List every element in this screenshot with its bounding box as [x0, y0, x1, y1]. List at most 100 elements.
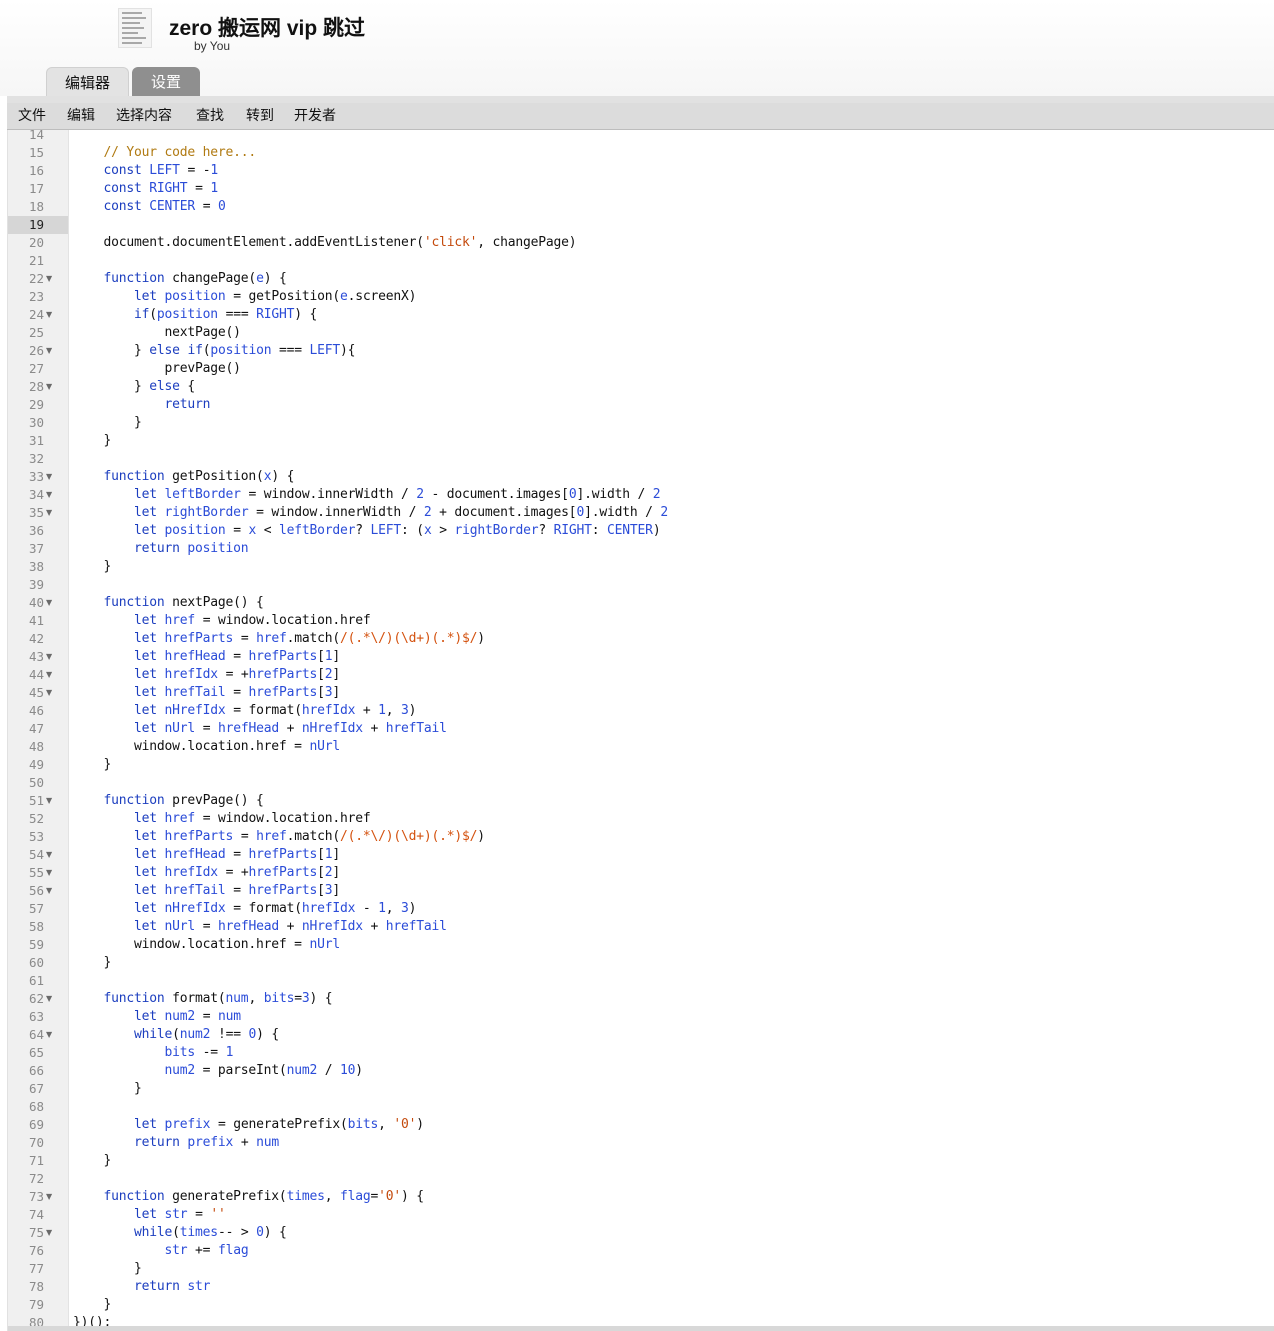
code-line[interactable] — [69, 1098, 668, 1116]
code-line[interactable] — [69, 1170, 668, 1188]
code-line[interactable]: window.location.href = nUrl — [69, 738, 668, 756]
line-number: 72 — [8, 1170, 68, 1188]
code-line[interactable]: } else { — [69, 378, 668, 396]
line-number-gutter[interactable]: 14 15 16 17 18 19 20 21 22 ▼ 23 24 ▼ 25 26 ▼ 27 28 ▼ 29 30 31… — [8, 130, 69, 1326]
fold-arrow-icon[interactable]: ▼ — [46, 378, 52, 396]
fold-arrow-icon[interactable]: ▼ — [46, 468, 52, 486]
fold-arrow-icon[interactable]: ▼ — [46, 1026, 52, 1044]
code-line[interactable]: } — [69, 1296, 668, 1314]
code-line[interactable] — [69, 972, 668, 990]
code-line[interactable]: prevPage() — [69, 360, 668, 378]
fold-arrow-icon[interactable]: ▼ — [46, 666, 52, 684]
code-line[interactable]: return str — [69, 1278, 668, 1296]
menu-find[interactable]: 查找 — [196, 103, 224, 129]
code-line[interactable]: function nextPage() { — [69, 594, 668, 612]
code-line[interactable]: while(num2 !== 0) { — [69, 1026, 668, 1044]
code-line[interactable]: } — [69, 1260, 668, 1278]
code-line[interactable]: } — [69, 1152, 668, 1170]
code-line[interactable]: let num2 = num — [69, 1008, 668, 1026]
menu-selection[interactable]: 选择内容 — [116, 103, 172, 129]
tab-settings[interactable]: 设置 — [132, 67, 200, 96]
code-line[interactable]: } — [69, 756, 668, 774]
fold-arrow-icon[interactable]: ▼ — [46, 648, 52, 666]
fold-arrow-icon[interactable]: ▼ — [46, 1188, 52, 1206]
fold-arrow-icon[interactable]: ▼ — [46, 270, 52, 288]
code-line[interactable]: const LEFT = -1 — [69, 162, 668, 180]
code-line[interactable]: function format(num, bits=3) { — [69, 990, 668, 1008]
code-line[interactable]: return position — [69, 540, 668, 558]
code-line[interactable]: let hrefParts = href.match(/(.*\/)(\d+)(… — [69, 630, 668, 648]
fold-arrow-icon[interactable]: ▼ — [46, 342, 52, 360]
code-line[interactable] — [69, 216, 668, 234]
code-line[interactable]: let nHrefIdx = format(hrefIdx - 1, 3) — [69, 900, 668, 918]
code-line[interactable]: let hrefParts = href.match(/(.*\/)(\d+)(… — [69, 828, 668, 846]
code-line[interactable]: let hrefTail = hrefParts[3] — [69, 882, 668, 900]
code-line[interactable] — [69, 130, 668, 144]
code-line[interactable]: let rightBorder = window.innerWidth / 2 … — [69, 504, 668, 522]
code-line[interactable]: } — [69, 414, 668, 432]
code-line[interactable]: function prevPage() { — [69, 792, 668, 810]
code-line[interactable]: let hrefTail = hrefParts[3] — [69, 684, 668, 702]
fold-arrow-icon[interactable]: ▼ — [46, 882, 52, 900]
code-line[interactable]: let position = getPosition(e.screenX) — [69, 288, 668, 306]
code-line[interactable]: let nHrefIdx = format(hrefIdx + 1, 3) — [69, 702, 668, 720]
code-line[interactable]: function changePage(e) { — [69, 270, 668, 288]
code-line[interactable]: } else if(position === LEFT){ — [69, 342, 668, 360]
line-number-label: 80 — [28, 1315, 44, 1326]
code-line[interactable]: window.location.href = nUrl — [69, 936, 668, 954]
code-line[interactable]: let hrefIdx = +hrefParts[2] — [69, 666, 668, 684]
fold-arrow-icon[interactable]: ▼ — [46, 684, 52, 702]
code-line[interactable]: document.documentElement.addEventListene… — [69, 234, 668, 252]
fold-arrow-icon[interactable]: ▼ — [46, 486, 52, 504]
code-editor[interactable]: // Your code here... const LEFT = -1 con… — [69, 130, 1274, 1326]
code-line[interactable]: } — [69, 954, 668, 972]
code-line[interactable]: const RIGHT = 1 — [69, 180, 668, 198]
code-line[interactable]: let nUrl = hrefHead + nHrefIdx + hrefTai… — [69, 720, 668, 738]
menu-edit[interactable]: 编辑 — [67, 103, 95, 129]
code-line[interactable]: let prefix = generatePrefix(bits, '0') — [69, 1116, 668, 1134]
code-line[interactable]: nextPage() — [69, 324, 668, 342]
code-line[interactable] — [69, 576, 668, 594]
code-line[interactable]: const CENTER = 0 — [69, 198, 668, 216]
code-line[interactable]: })(); — [69, 1314, 668, 1326]
menu-file[interactable]: 文件 — [18, 103, 46, 129]
code-line[interactable]: } — [69, 1080, 668, 1098]
code-line[interactable]: let hrefHead = hrefParts[1] — [69, 846, 668, 864]
fold-arrow-icon[interactable]: ▼ — [46, 864, 52, 882]
code-line[interactable]: if(position === RIGHT) { — [69, 306, 668, 324]
code-line[interactable]: function getPosition(x) { — [69, 468, 668, 486]
line-number: 28 ▼ — [8, 378, 68, 396]
code-line[interactable]: let href = window.location.href — [69, 612, 668, 630]
code-line[interactable]: let str = '' — [69, 1206, 668, 1224]
code-line[interactable]: return prefix + num — [69, 1134, 668, 1152]
code-line[interactable]: let position = x < leftBorder? LEFT: (x … — [69, 522, 668, 540]
code-line[interactable]: let leftBorder = window.innerWidth / 2 -… — [69, 486, 668, 504]
code-line[interactable]: str += flag — [69, 1242, 668, 1260]
fold-arrow-icon[interactable]: ▼ — [46, 846, 52, 864]
code-line[interactable]: let hrefHead = hrefParts[1] — [69, 648, 668, 666]
code-line[interactable]: return — [69, 396, 668, 414]
code-line[interactable]: while(times-- > 0) { — [69, 1224, 668, 1242]
fold-arrow-icon[interactable]: ▼ — [46, 594, 52, 612]
code-line[interactable] — [69, 450, 668, 468]
fold-arrow-icon[interactable]: ▼ — [46, 504, 52, 522]
code-line[interactable]: let nUrl = hrefHead + nHrefIdx + hrefTai… — [69, 918, 668, 936]
code-line[interactable]: } — [69, 558, 668, 576]
code-line[interactable] — [69, 774, 668, 792]
code-line[interactable]: bits -= 1 — [69, 1044, 668, 1062]
menu-developer[interactable]: 开发者 — [294, 103, 336, 129]
line-number-label: 49 — [28, 757, 44, 772]
fold-arrow-icon[interactable]: ▼ — [46, 306, 52, 324]
code-line[interactable]: } — [69, 432, 668, 450]
code-line[interactable]: let hrefIdx = +hrefParts[2] — [69, 864, 668, 882]
code-line[interactable]: function generatePrefix(times, flag='0')… — [69, 1188, 668, 1206]
tab-editor[interactable]: 编辑器 — [46, 67, 129, 96]
menu-goto[interactable]: 转到 — [246, 103, 274, 129]
fold-arrow-icon[interactable]: ▼ — [46, 792, 52, 810]
code-line[interactable] — [69, 252, 668, 270]
fold-arrow-icon[interactable]: ▼ — [46, 990, 52, 1008]
code-line[interactable]: num2 = parseInt(num2 / 10) — [69, 1062, 668, 1080]
code-line[interactable]: let href = window.location.href — [69, 810, 668, 828]
fold-arrow-icon[interactable]: ▼ — [46, 1224, 52, 1242]
code-line[interactable]: // Your code here... — [69, 144, 668, 162]
